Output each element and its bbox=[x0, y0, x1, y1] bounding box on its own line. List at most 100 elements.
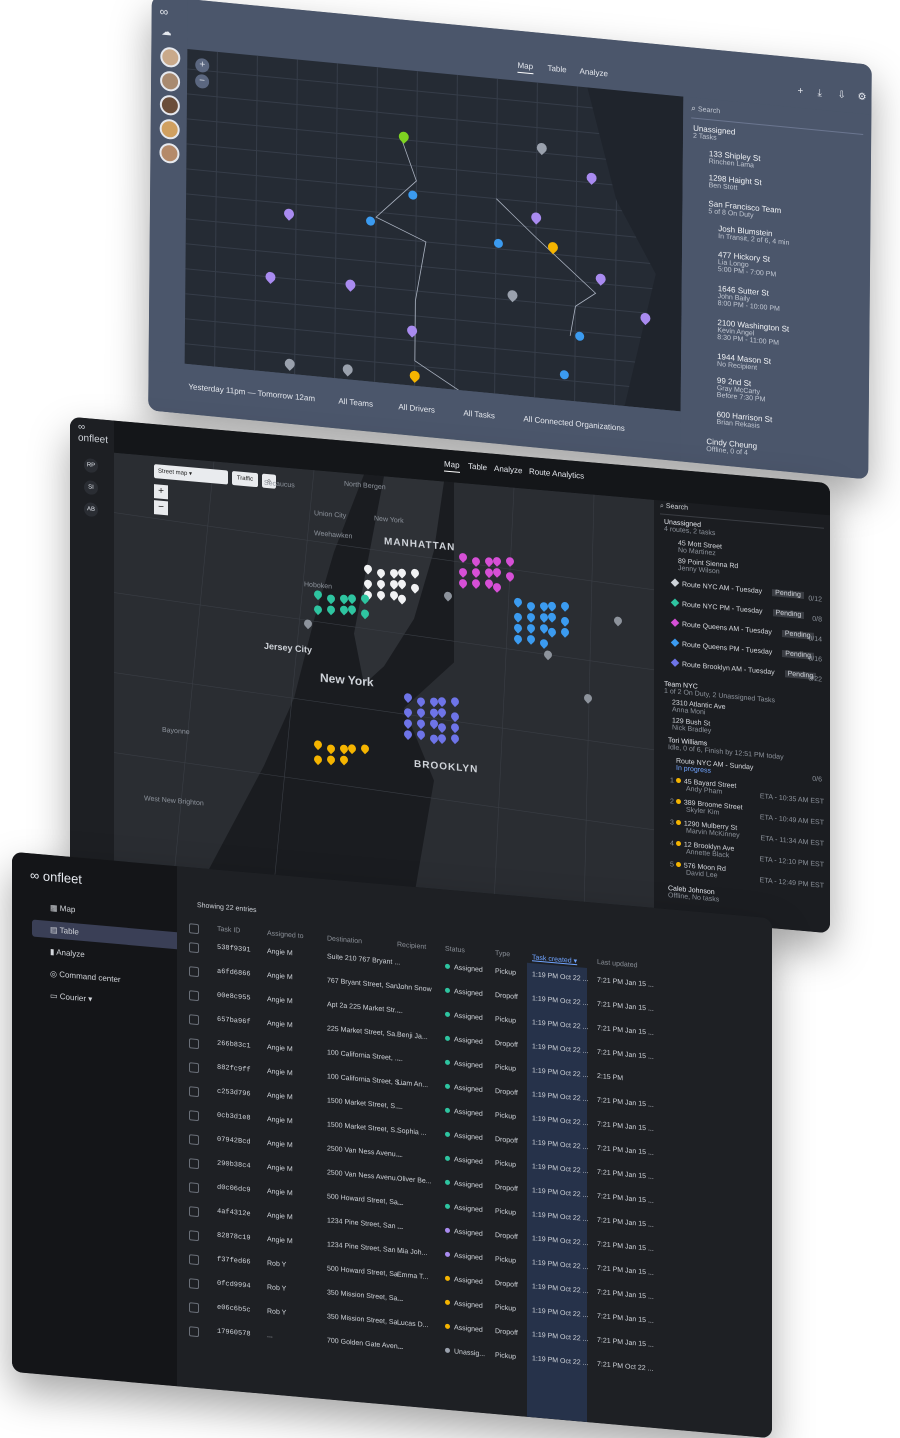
row-checkbox[interactable] bbox=[189, 1326, 199, 1338]
driver-dot[interactable] bbox=[408, 190, 418, 201]
zoom-out-button[interactable]: − bbox=[154, 500, 168, 516]
driver-row[interactable]: Caleb Johnson Offline, No tasks bbox=[668, 885, 719, 903]
chat-icon[interactable]: ☁ bbox=[161, 26, 171, 38]
avatar[interactable] bbox=[159, 94, 180, 117]
avatar[interactable] bbox=[160, 46, 181, 69]
stop-number: 5 bbox=[670, 861, 676, 869]
driver-dot[interactable] bbox=[575, 331, 585, 342]
row-checkbox[interactable] bbox=[189, 1062, 199, 1074]
table-cell: 17960578 bbox=[217, 1327, 251, 1339]
table-cell: Assigned bbox=[445, 1011, 483, 1022]
nav-map[interactable]: ▦ Map bbox=[50, 903, 75, 914]
driver-row[interactable]: Josh Blumstein In Transit, 2 of 6, 4 min bbox=[718, 224, 870, 255]
route-row[interactable]: Route Brooklyn AM - Tuesday 0/22 Pending bbox=[670, 658, 822, 684]
tab-route-analytics[interactable]: Route Analytics bbox=[529, 467, 584, 481]
zoom-in-button[interactable]: + bbox=[195, 57, 210, 74]
table-cell: Angie M bbox=[267, 1188, 293, 1198]
list-item[interactable]: 2310 Atlantic Ave Anna Moni bbox=[672, 699, 726, 718]
table-cell: Assigned bbox=[445, 1131, 483, 1142]
add-icon[interactable]: + bbox=[797, 86, 803, 98]
nav-command-center[interactable]: ◎ Command center bbox=[50, 969, 121, 984]
column-header[interactable]: Assigned to bbox=[267, 930, 304, 940]
avatar[interactable]: SI bbox=[84, 479, 98, 496]
route-row[interactable]: Route NYC AM - Sunday In progress bbox=[676, 758, 753, 779]
traffic-toggle[interactable]: Traffic bbox=[232, 470, 258, 488]
nav-courier[interactable]: ▭ Courier ▾ bbox=[50, 991, 92, 1004]
avatar[interactable] bbox=[159, 142, 180, 165]
drivers-filter[interactable]: All Drivers bbox=[398, 402, 435, 415]
avatar[interactable]: RP bbox=[84, 457, 98, 474]
driver-dot[interactable] bbox=[493, 238, 503, 249]
route-row[interactable]: Route NYC PM - Tuesday 0/8 Pending bbox=[670, 598, 822, 624]
table-cell: 7:21 PM Jan 15 ... bbox=[597, 1000, 654, 1013]
row-checkbox[interactable] bbox=[189, 990, 199, 1002]
unassigned-header[interactable]: Unassigned 4 routes, 2 tasks bbox=[664, 519, 715, 537]
tab-analyze[interactable]: Analyze bbox=[579, 67, 608, 79]
route-row[interactable]: Route Queens AM - Tuesday 0/14 Pending bbox=[670, 618, 822, 644]
gear-icon[interactable]: ⚙ bbox=[857, 91, 866, 103]
column-header[interactable]: Type bbox=[495, 950, 510, 958]
list-item[interactable]: 89 Point Sienna Rd Jenny Wilson bbox=[678, 558, 738, 577]
driver-row[interactable]: Cindy Cheung Offline, 0 of 4 bbox=[706, 437, 868, 469]
row-checkbox[interactable] bbox=[189, 1086, 199, 1098]
zoom-in-button[interactable]: + bbox=[154, 484, 168, 500]
zoom-out-button[interactable]: − bbox=[195, 73, 210, 90]
route-stop[interactable]: 600 Harrison St Brian Rekasis bbox=[717, 410, 869, 441]
teams-filter[interactable]: All Teams bbox=[338, 397, 373, 409]
import-icon[interactable]: ⤓ bbox=[817, 88, 822, 99]
row-checkbox[interactable] bbox=[189, 1182, 199, 1194]
nav-table[interactable]: ▤ Table bbox=[32, 919, 180, 950]
table-cell: Angie M bbox=[267, 996, 293, 1006]
avatar[interactable] bbox=[159, 118, 180, 141]
route-stop[interactable]: 1646 Sutter St John Baily 8:00 PM - 10:0… bbox=[718, 284, 870, 322]
row-checkbox[interactable] bbox=[189, 1110, 199, 1122]
avatar[interactable]: AB bbox=[84, 501, 98, 518]
column-header[interactable]: Destination bbox=[327, 935, 362, 945]
list-item[interactable]: 129 Bush St Nick Bradley bbox=[672, 717, 711, 734]
nav-analyze[interactable]: ▮ Analyze bbox=[50, 947, 85, 959]
tab-table[interactable]: Table bbox=[547, 64, 566, 75]
row-checkbox[interactable] bbox=[189, 1038, 199, 1050]
list-item[interactable]: 45 Mott Street No Martinez bbox=[678, 540, 722, 558]
row-checkbox[interactable] bbox=[189, 1278, 199, 1290]
column-header[interactable]: Task ID bbox=[217, 926, 240, 935]
route-stop[interactable]: 99 2nd St Gray McCarty Before 7:30 PM bbox=[717, 376, 869, 414]
column-header[interactable]: Last updated bbox=[597, 959, 637, 970]
route-row[interactable]: Route NYC AM - Tuesday 0/12 Pending bbox=[670, 578, 822, 604]
tab-map[interactable]: Map bbox=[517, 60, 534, 75]
table-cell: ... bbox=[397, 1295, 403, 1303]
download-icon[interactable]: ⇩ bbox=[837, 90, 845, 102]
row-checkbox[interactable] bbox=[189, 966, 199, 978]
driver-dot[interactable] bbox=[559, 369, 569, 380]
date-range-filter[interactable]: Yesterday 11pm — Tomorrow 12am bbox=[188, 382, 315, 403]
tab-analyze[interactable]: Analyze bbox=[494, 464, 522, 475]
column-header[interactable]: Recipient bbox=[397, 941, 426, 951]
row-checkbox[interactable] bbox=[189, 942, 199, 954]
table-cell: Angie M bbox=[267, 1236, 293, 1246]
orgs-filter[interactable]: All Connected Organizations bbox=[523, 414, 624, 433]
left-rail: ∞ onfleet RP SI AB bbox=[70, 416, 114, 871]
driver-row[interactable]: Tori Williams Idle, 0 of 6, Finish by 12… bbox=[668, 737, 784, 761]
map-canvas[interactable]: + − bbox=[184, 48, 684, 412]
route-stop[interactable]: 477 Hickory St Lia Longo 5:00 PM - 7:00 … bbox=[718, 250, 870, 288]
row-checkbox[interactable] bbox=[189, 1302, 199, 1314]
tasks-filter[interactable]: All Tasks bbox=[463, 409, 494, 421]
row-checkbox[interactable] bbox=[189, 1206, 199, 1218]
route-row[interactable]: Route Queens PM - Tuesday 0/16 Pending bbox=[670, 638, 822, 664]
row-checkbox[interactable] bbox=[189, 1134, 199, 1146]
row-checkbox[interactable] bbox=[189, 1158, 199, 1170]
select-all-checkbox[interactable] bbox=[189, 923, 199, 935]
row-checkbox[interactable] bbox=[189, 1254, 199, 1266]
tab-map[interactable]: Map bbox=[444, 459, 460, 473]
tab-table[interactable]: Table bbox=[468, 462, 487, 473]
row-checkbox[interactable] bbox=[189, 1014, 199, 1026]
map-canvas[interactable]: Street map ▾ Traffic ⌕ + − MANHATTAN New… bbox=[114, 452, 654, 918]
row-checkbox[interactable] bbox=[189, 1230, 199, 1242]
column-header[interactable]: Status bbox=[445, 946, 465, 955]
driver-dot[interactable] bbox=[365, 216, 376, 227]
search-input[interactable]: Search bbox=[666, 503, 688, 512]
route-stop[interactable]: 2100 Washington St Kevin Angel 8:30 PM -… bbox=[717, 318, 869, 356]
search-input[interactable]: Search bbox=[698, 106, 720, 115]
table-cell: 2500 Van Ness Avenu... bbox=[327, 1169, 402, 1183]
avatar[interactable] bbox=[160, 70, 181, 93]
